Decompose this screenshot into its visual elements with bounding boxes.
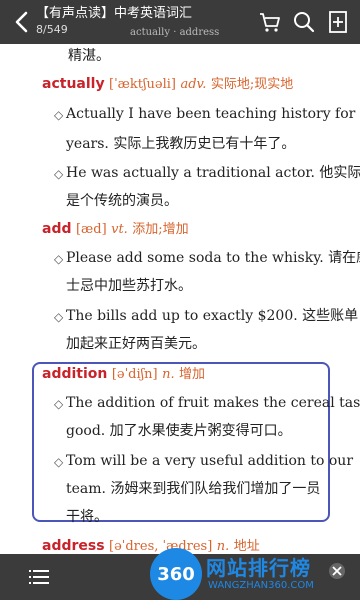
bullet-icon: ◇ bbox=[54, 455, 64, 469]
entry-addition-header[interactable]: addition [əˈdiʃn] n. 增加 bbox=[42, 364, 205, 385]
watermark-subtext: WANGZHAN360.COM bbox=[208, 580, 314, 591]
headword-addition[interactable]: addition bbox=[42, 366, 107, 382]
bullet-icon: ◇ bbox=[54, 252, 64, 266]
definition: 增加 bbox=[179, 367, 206, 382]
example-line[interactable]: Actually I have been teaching history fo… bbox=[66, 104, 360, 124]
watermark-text: 网站排行榜 bbox=[206, 556, 311, 580]
entry-add-header[interactable]: add [æd] vt. 添加;增加 bbox=[42, 219, 189, 240]
example-line[interactable]: 干将。 bbox=[66, 507, 108, 527]
bullet-icon: ◇ bbox=[54, 310, 64, 324]
top-bar: 【有声点读】中考英语词汇 8/549 actually · address bbox=[0, 0, 360, 44]
continued-text: 精湛。 bbox=[68, 48, 110, 64]
watermark-logo: 360 bbox=[150, 548, 202, 600]
part-of-speech: adv. bbox=[180, 77, 207, 92]
bullet-icon: ◇ bbox=[54, 167, 64, 181]
bullet-icon: ◇ bbox=[54, 397, 64, 411]
phonetic: [æd] bbox=[75, 222, 107, 237]
part-of-speech: n. bbox=[162, 367, 175, 382]
example-line[interactable]: 士忌中加些苏打水。 bbox=[66, 276, 192, 296]
cart-icon[interactable] bbox=[258, 10, 282, 34]
example-line[interactable]: 加起来正好两百美元。 bbox=[66, 334, 206, 354]
part-of-speech: vt. bbox=[111, 222, 128, 237]
menu-icon[interactable] bbox=[28, 566, 50, 588]
phonetic: [əˈdiʃn] bbox=[111, 367, 158, 382]
headword-actually[interactable]: actually bbox=[42, 76, 105, 92]
watermark: 360 网站排行榜 WANGZHAN360.COM bbox=[150, 548, 360, 600]
entry-actually-header[interactable]: actually [ˈæktʃuəli] adv. 实际地;现实地 bbox=[42, 74, 293, 95]
definition: 添加;增加 bbox=[132, 222, 189, 237]
page-range-hint: actually · address bbox=[130, 27, 220, 38]
definition: 实际地;现实地 bbox=[210, 77, 294, 92]
example-line[interactable]: Tom will be a very useful addition to ou… bbox=[66, 451, 353, 471]
example-line[interactable]: The addition of fruit makes the cereal t… bbox=[66, 393, 360, 413]
example-line[interactable]: good. 加了水果使麦片粥变得可口。 bbox=[66, 421, 292, 441]
headword-address[interactable]: address bbox=[42, 538, 105, 554]
close-icon[interactable] bbox=[328, 562, 346, 580]
phonetic: [ˈæktʃuəli] bbox=[109, 77, 176, 92]
add-bookmark-icon[interactable] bbox=[326, 10, 350, 34]
example-line[interactable]: The bills add up to exactly $200. 这些账单 bbox=[66, 306, 358, 326]
example-line[interactable]: years. 实际上我教历史已有十年了。 bbox=[66, 134, 295, 154]
example-line[interactable]: Please add some soda to the whisky. 请在威 bbox=[66, 248, 360, 268]
headword-add[interactable]: add bbox=[42, 221, 72, 237]
dictionary-content: 精湛。 actually [ˈæktʃuəli] adv. 实际地;现实地 ◇ … bbox=[0, 44, 360, 554]
bullet-icon: ◇ bbox=[54, 108, 64, 122]
example-line[interactable]: 是个传统的演员。 bbox=[66, 191, 178, 211]
example-line[interactable]: team. 汤姆来到我们队给我们增加了一员 bbox=[66, 479, 320, 499]
example-line[interactable]: He was actually a traditional actor. 他实际… bbox=[66, 163, 360, 183]
search-icon[interactable] bbox=[292, 10, 316, 34]
back-arrow-icon[interactable] bbox=[10, 10, 34, 34]
book-title: 【有声点读】中考英语词汇 bbox=[36, 6, 193, 21]
